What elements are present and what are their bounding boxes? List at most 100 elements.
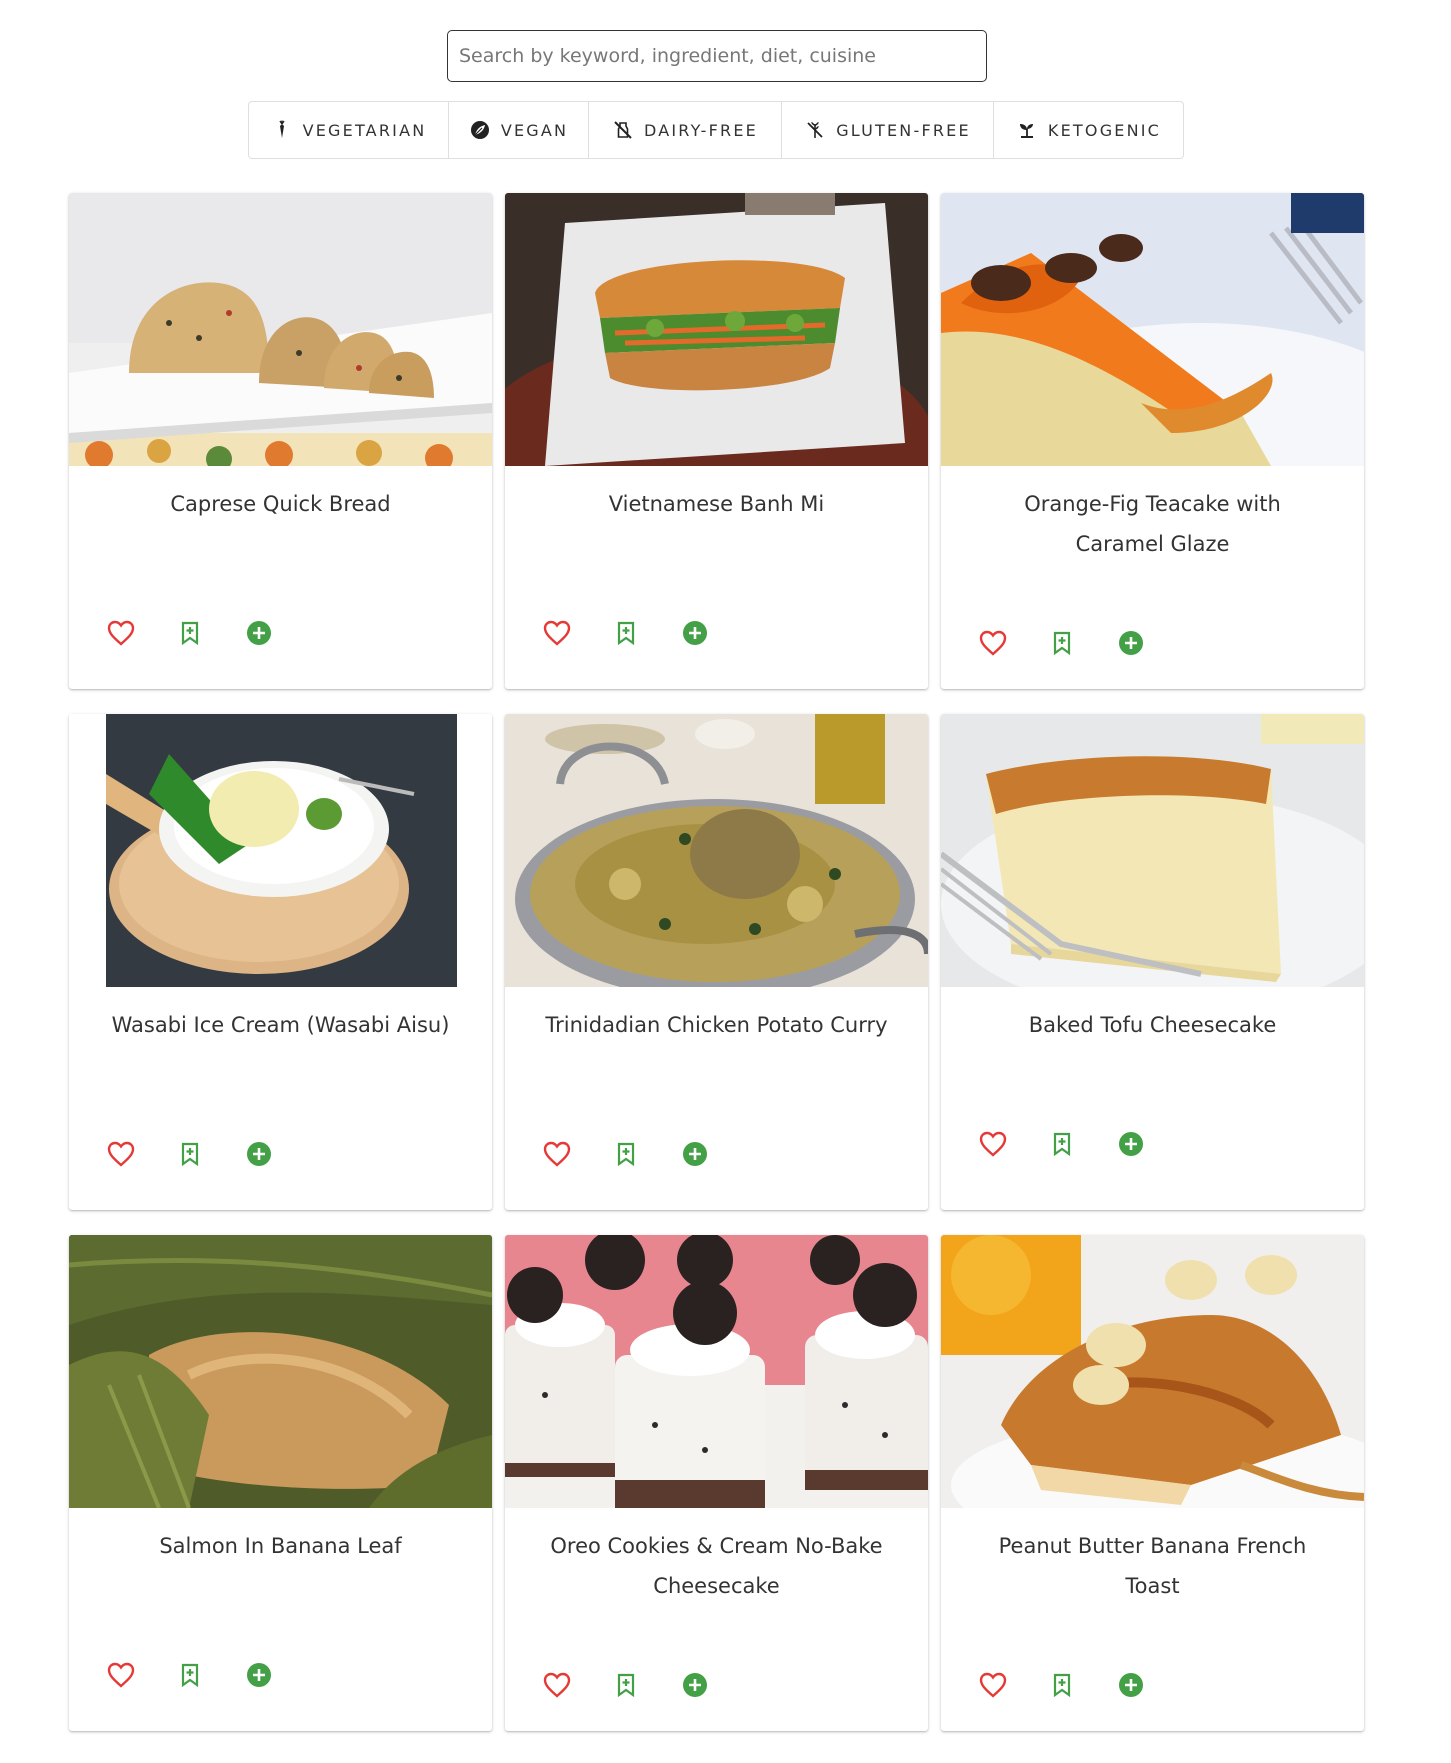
recipe-actions xyxy=(105,1138,275,1170)
diet-filter-ketogenic[interactable]: KETOGENIC xyxy=(994,102,1183,158)
plus-circle-icon xyxy=(683,1673,707,1697)
recipe-image[interactable] xyxy=(941,193,1364,466)
add-button[interactable] xyxy=(243,1138,275,1170)
save-button[interactable] xyxy=(1046,1669,1078,1701)
sprout-icon xyxy=(1016,119,1038,141)
favorite-button[interactable] xyxy=(105,1659,137,1691)
save-button[interactable] xyxy=(174,1138,206,1170)
diet-filter-vegan[interactable]: VEGAN xyxy=(449,102,589,158)
heart-outline-icon xyxy=(107,1662,135,1688)
recipe-actions xyxy=(541,1669,711,1701)
recipe-title[interactable]: Orange-Fig Teacake with Caramel Glaze xyxy=(941,466,1364,566)
heart-outline-icon xyxy=(107,1141,135,1167)
recipe-card[interactable]: Orange-Fig Teacake with Caramel Glaze xyxy=(941,193,1364,689)
save-button[interactable] xyxy=(1046,1128,1078,1160)
plus-circle-icon xyxy=(247,1663,271,1687)
add-button[interactable] xyxy=(679,1138,711,1170)
add-button[interactable] xyxy=(243,617,275,649)
recipe-card[interactable]: Baked Tofu Cheesecake xyxy=(941,714,1364,1210)
save-button[interactable] xyxy=(1046,627,1078,659)
add-button[interactable] xyxy=(1115,1669,1147,1701)
recipe-actions xyxy=(977,1128,1147,1160)
favorite-button[interactable] xyxy=(977,1128,1009,1160)
favorite-button[interactable] xyxy=(541,1138,573,1170)
recipe-image[interactable] xyxy=(505,193,928,466)
recipe-card[interactable]: Peanut Butter Banana French Toast xyxy=(941,1235,1364,1731)
diet-filter-label: VEGETARIAN xyxy=(302,120,427,140)
favorite-button[interactable] xyxy=(105,1138,137,1170)
diet-filter-gluten-free[interactable]: GLUTEN-FREE xyxy=(782,102,994,158)
leaf-icon xyxy=(469,119,491,141)
favorite-button[interactable] xyxy=(105,617,137,649)
recipe-title[interactable]: Baked Tofu Cheesecake xyxy=(941,987,1364,1087)
recipe-title[interactable]: Caprese Quick Bread xyxy=(69,466,492,566)
heart-outline-icon xyxy=(979,630,1007,656)
add-button[interactable] xyxy=(679,617,711,649)
recipe-title[interactable]: Oreo Cookies & Cream No-Bake Cheesecake xyxy=(505,1508,928,1608)
search-input[interactable] xyxy=(447,30,987,82)
favorite-button[interactable] xyxy=(541,617,573,649)
recipe-card[interactable]: Wasabi Ice Cream (Wasabi Aisu) xyxy=(69,714,492,1210)
recipe-actions xyxy=(541,617,711,649)
diet-filter-dairy-free[interactable]: DAIRY-FREE xyxy=(589,102,782,158)
favorite-button[interactable] xyxy=(977,627,1009,659)
plus-circle-icon xyxy=(683,621,707,645)
add-button[interactable] xyxy=(1115,627,1147,659)
recipe-card[interactable]: Trinidadian Chicken Potato Curry xyxy=(505,714,928,1210)
save-button[interactable] xyxy=(610,617,642,649)
plus-circle-icon xyxy=(1119,1132,1143,1156)
favorite-button[interactable] xyxy=(977,1669,1009,1701)
recipe-title[interactable]: Salmon In Banana Leaf xyxy=(69,1508,492,1608)
heart-outline-icon xyxy=(543,1141,571,1167)
diet-filter-label: KETOGENIC xyxy=(1047,120,1162,140)
bookmark-plus-icon xyxy=(1053,1132,1071,1156)
recipe-card[interactable]: Vietnamese Banh Mi xyxy=(505,193,928,689)
recipe-grid: Caprese Quick Bread Vietnamese Banh Mi O… xyxy=(69,193,1365,1731)
recipe-image[interactable] xyxy=(941,714,1364,987)
recipe-card[interactable]: Salmon In Banana Leaf xyxy=(69,1235,492,1731)
search-bar xyxy=(447,30,987,82)
recipe-actions xyxy=(105,617,275,649)
recipe-title[interactable]: Wasabi Ice Cream (Wasabi Aisu) xyxy=(69,987,492,1087)
diet-filter-bar: VEGETARIAN VEGAN DAIRY-FREE GLUTEN-FREE … xyxy=(248,101,1184,159)
bookmark-plus-icon xyxy=(617,1673,635,1697)
plus-circle-icon xyxy=(1119,1673,1143,1697)
recipe-image[interactable] xyxy=(69,193,492,466)
no-gluten-icon xyxy=(804,119,826,141)
recipe-title[interactable]: Vietnamese Banh Mi xyxy=(505,466,928,566)
save-button[interactable] xyxy=(610,1138,642,1170)
save-button[interactable] xyxy=(610,1669,642,1701)
add-button[interactable] xyxy=(243,1659,275,1691)
recipe-title[interactable]: Trinidadian Chicken Potato Curry xyxy=(505,987,928,1087)
bookmark-plus-icon xyxy=(617,1142,635,1166)
recipe-image[interactable] xyxy=(69,1235,492,1508)
diet-filter-vegetarian[interactable]: VEGETARIAN xyxy=(249,102,449,158)
carrot-icon xyxy=(271,119,293,141)
favorite-button[interactable] xyxy=(541,1669,573,1701)
heart-outline-icon xyxy=(543,620,571,646)
recipe-title[interactable]: Peanut Butter Banana French Toast xyxy=(941,1508,1364,1608)
heart-outline-icon xyxy=(543,1672,571,1698)
save-button[interactable] xyxy=(174,1659,206,1691)
plus-circle-icon xyxy=(247,1142,271,1166)
heart-outline-icon xyxy=(979,1131,1007,1157)
recipe-image[interactable] xyxy=(505,1235,928,1508)
recipe-image[interactable] xyxy=(69,714,492,987)
recipe-actions xyxy=(541,1138,711,1170)
add-button[interactable] xyxy=(679,1669,711,1701)
recipe-card[interactable]: Oreo Cookies & Cream No-Bake Cheesecake xyxy=(505,1235,928,1731)
bookmark-plus-icon xyxy=(617,621,635,645)
bookmark-plus-icon xyxy=(181,1663,199,1687)
plus-circle-icon xyxy=(247,621,271,645)
bookmark-plus-icon xyxy=(181,1142,199,1166)
recipe-card[interactable]: Caprese Quick Bread xyxy=(69,193,492,689)
recipe-actions xyxy=(977,1669,1147,1701)
add-button[interactable] xyxy=(1115,1128,1147,1160)
plus-circle-icon xyxy=(1119,631,1143,655)
save-button[interactable] xyxy=(174,617,206,649)
heart-outline-icon xyxy=(979,1672,1007,1698)
recipe-image[interactable] xyxy=(941,1235,1364,1508)
bookmark-plus-icon xyxy=(1053,631,1071,655)
recipe-image[interactable] xyxy=(505,714,928,987)
plus-circle-icon xyxy=(683,1142,707,1166)
